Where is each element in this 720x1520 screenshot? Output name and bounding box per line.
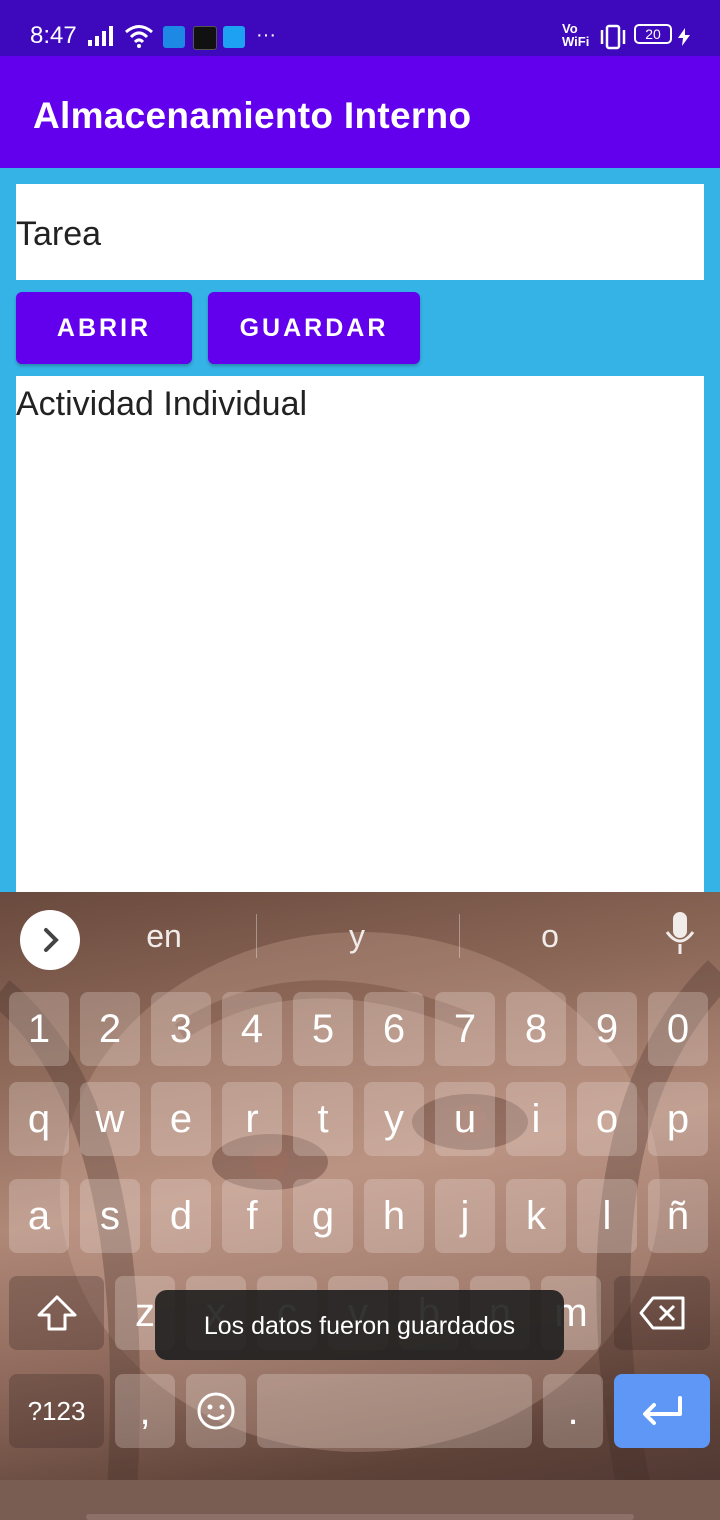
key-0[interactable]: 0 — [648, 992, 708, 1066]
key-k[interactable]: k — [506, 1179, 566, 1253]
key-o[interactable]: o — [577, 1082, 637, 1156]
key-4[interactable]: 4 — [222, 992, 282, 1066]
enter-icon — [643, 1396, 682, 1425]
key-s[interactable]: s — [80, 1179, 140, 1253]
keyboard: en y o 1 2 3 4 5 6 7 8 9 0 q w e r t y u… — [0, 892, 720, 1520]
enter-key[interactable] — [614, 1374, 710, 1448]
suggestion-3[interactable]: o — [510, 918, 590, 955]
content-textarea[interactable]: Actividad Individual — [16, 376, 704, 892]
key-y[interactable]: y — [364, 1082, 424, 1156]
more-notifications-icon: ··· — [256, 24, 276, 46]
save-button[interactable]: GUARDAR — [208, 292, 420, 364]
wifi-icon — [125, 25, 153, 48]
signal-icon — [88, 26, 113, 46]
key-2[interactable]: 2 — [80, 992, 140, 1066]
space-key[interactable] — [257, 1374, 532, 1448]
shift-key[interactable] — [9, 1276, 104, 1350]
twitter-icon — [223, 26, 245, 48]
vibrate-icon — [600, 24, 626, 50]
period-key[interactable]: . — [543, 1374, 603, 1448]
microphone-icon[interactable] — [662, 910, 698, 958]
key-3[interactable]: 3 — [151, 992, 211, 1066]
comma-key[interactable]: , — [115, 1374, 175, 1448]
suggestion-divider — [256, 914, 257, 958]
key-j[interactable]: j — [435, 1179, 495, 1253]
emoji-icon — [197, 1392, 235, 1430]
key-a[interactable]: a — [9, 1179, 69, 1253]
messages-icon — [163, 26, 185, 48]
key-h[interactable]: h — [364, 1179, 424, 1253]
status-bar: 8:47 ··· Vo WiFi 20 — [0, 0, 720, 56]
key-5[interactable]: 5 — [293, 992, 353, 1066]
expand-toolbar-button[interactable] — [20, 910, 80, 970]
shift-icon — [37, 1295, 76, 1331]
key-g[interactable]: g — [293, 1179, 353, 1253]
key-f[interactable]: f — [222, 1179, 282, 1253]
backspace-icon — [639, 1296, 685, 1330]
vowifi-indicator: Vo WiFi — [562, 22, 589, 48]
gesture-handle[interactable] — [86, 1514, 634, 1520]
key-n-tilde[interactable]: ñ — [648, 1179, 708, 1253]
vowifi-bottom-label: WiFi — [562, 34, 590, 49]
suggestion-divider — [459, 914, 460, 958]
toast-message: Los datos fueron guardados — [155, 1290, 564, 1360]
key-t[interactable]: t — [293, 1082, 353, 1156]
battery-icon: 20 — [634, 24, 672, 44]
key-1[interactable]: 1 — [9, 992, 69, 1066]
symbols-key[interactable]: ?123 — [9, 1374, 104, 1448]
uber-eats-icon — [193, 26, 217, 50]
key-w[interactable]: w — [80, 1082, 140, 1156]
chevron-right-icon — [44, 928, 59, 952]
suggestion-2[interactable]: y — [317, 918, 397, 955]
charging-icon — [678, 28, 690, 46]
key-i[interactable]: i — [506, 1082, 566, 1156]
open-button[interactable]: ABRIR — [16, 292, 192, 364]
key-e[interactable]: e — [151, 1082, 211, 1156]
app-bar: Almacenamiento Interno — [0, 56, 720, 168]
key-9[interactable]: 9 — [577, 992, 637, 1066]
suggestion-1[interactable]: en — [124, 918, 204, 955]
navigation-bar — [0, 1480, 720, 1520]
filename-input[interactable]: Tarea — [16, 184, 704, 280]
key-d[interactable]: d — [151, 1179, 211, 1253]
key-u[interactable]: u — [435, 1082, 495, 1156]
key-6[interactable]: 6 — [364, 992, 424, 1066]
key-7[interactable]: 7 — [435, 992, 495, 1066]
emoji-key[interactable] — [186, 1374, 246, 1448]
backspace-key[interactable] — [614, 1276, 710, 1350]
key-r[interactable]: r — [222, 1082, 282, 1156]
key-q[interactable]: q — [9, 1082, 69, 1156]
suggestion-bar: en y o — [0, 892, 720, 980]
page-title: Almacenamiento Interno — [33, 95, 472, 136]
key-p[interactable]: p — [648, 1082, 708, 1156]
key-8[interactable]: 8 — [506, 992, 566, 1066]
status-time: 8:47 — [30, 22, 77, 49]
key-l[interactable]: l — [577, 1179, 637, 1253]
